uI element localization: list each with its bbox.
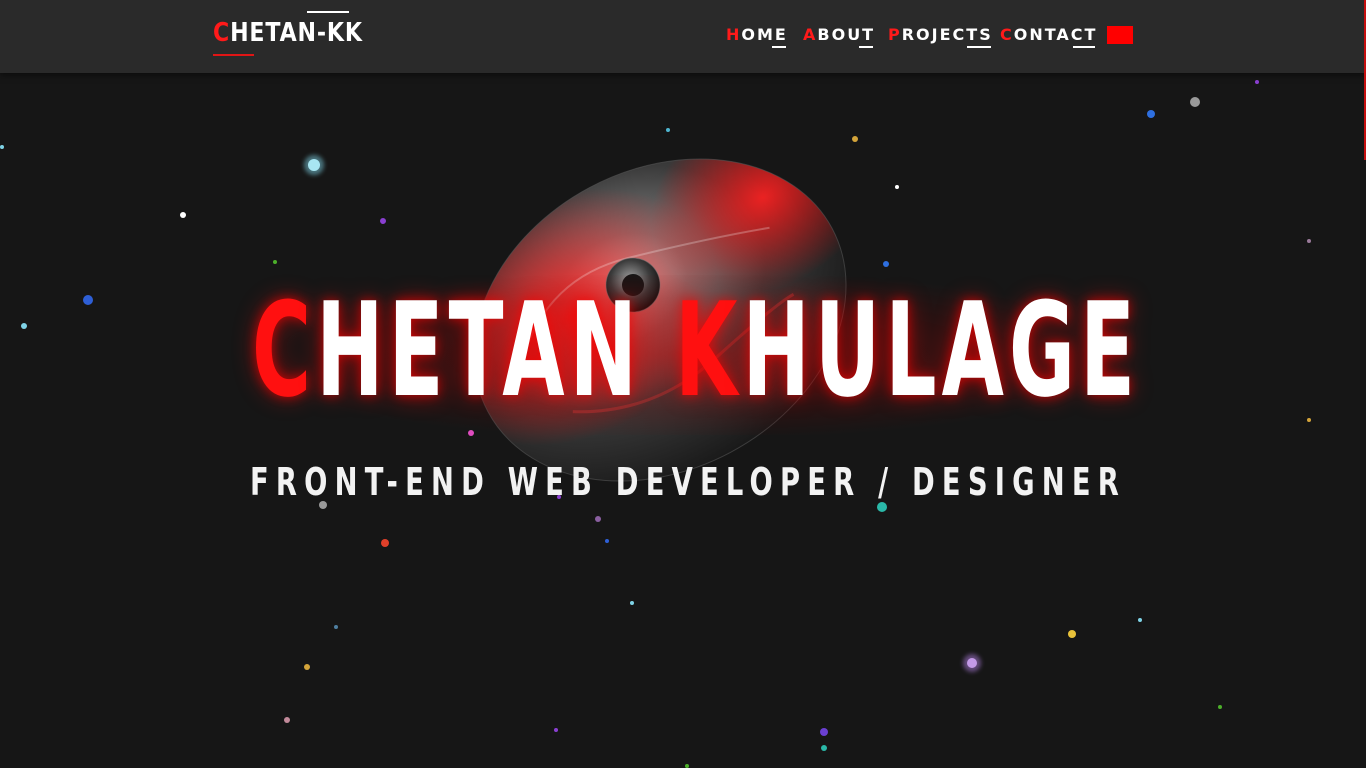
nav-link-initial: C: [1000, 25, 1014, 44]
nav-link-label: OME: [741, 25, 788, 44]
nav-link-about[interactable]: ABOUT: [803, 24, 875, 48]
nav-link-underline: [1073, 46, 1096, 48]
nav-link-label: ROJECTS: [901, 25, 993, 44]
nav-link-label: BOUT: [817, 25, 876, 44]
nav-link-underline: [966, 46, 991, 48]
nav-link-initial: P: [888, 25, 902, 44]
top-navbar: CHETAN-KK HOME ABOUT PROJECTS CONTACT: [0, 0, 1366, 73]
nav-link-projects[interactable]: PROJECTS: [888, 24, 993, 48]
nav-link-underline: [771, 46, 786, 48]
nav-link-label: ONTACT: [1013, 25, 1098, 44]
hero-title-initial: K: [675, 274, 743, 426]
nav-link-initial: H: [726, 25, 742, 44]
logo-initial: C: [213, 18, 231, 48]
logo-overline: [307, 11, 349, 13]
hero-subtitle: FRONT-END WEB DEVELOPER / DESIGNER: [250, 460, 1127, 504]
flag-icon[interactable]: [1107, 26, 1133, 44]
nav-link-home[interactable]: HOME: [726, 24, 788, 48]
logo-underline: [213, 54, 254, 56]
logo-text: HETAN-KK: [230, 18, 363, 48]
hero-title: CHETAN KHULAGE: [252, 285, 1135, 415]
nav-link-initial: A: [803, 25, 818, 44]
hero-title-initial: C: [252, 274, 317, 426]
hero-title-last-name: HULAGE: [742, 274, 1141, 426]
nav-link-contact[interactable]: CONTACT: [1000, 24, 1097, 48]
site-logo[interactable]: CHETAN-KK: [213, 16, 363, 50]
hero-title-first-name: HETAN: [316, 274, 676, 426]
nav-link-underline: [859, 46, 874, 48]
